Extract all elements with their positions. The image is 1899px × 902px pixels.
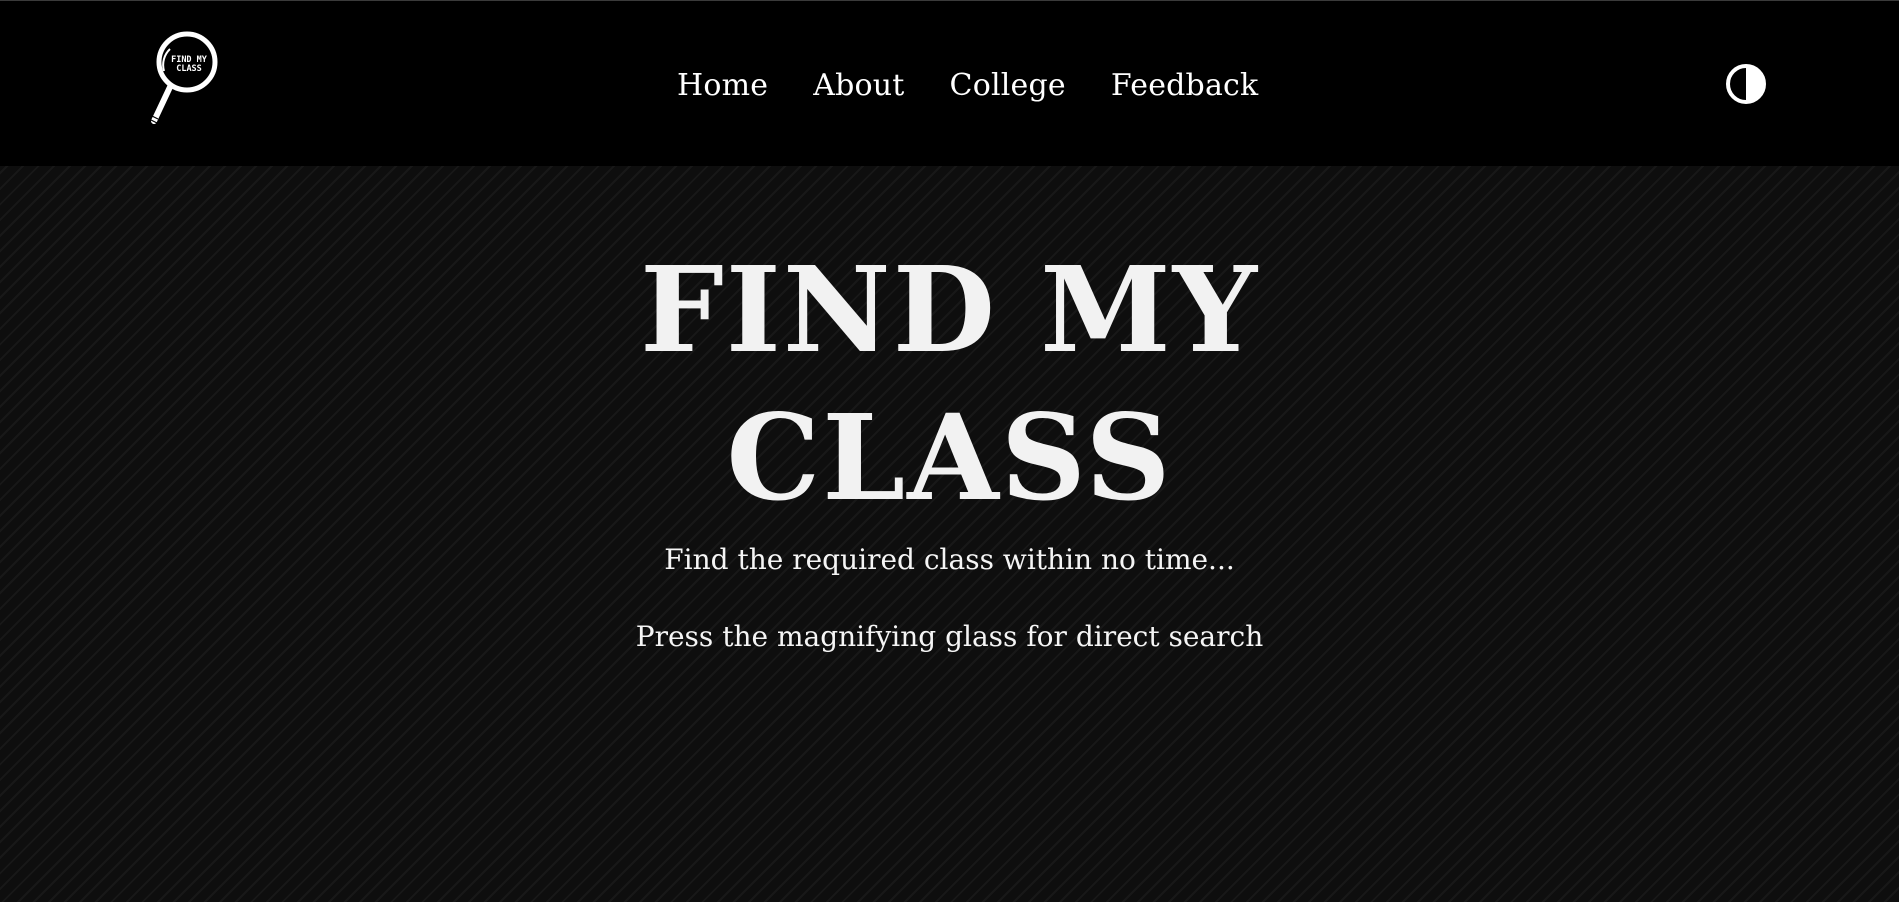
top-navbar: FIND MY CLASS Home About College Feedbac… (0, 0, 1899, 166)
hero-subtitle: Find the required class within no time..… (664, 543, 1235, 576)
nav-college-link[interactable]: College (950, 68, 1066, 103)
nav-about-link[interactable]: About (813, 68, 904, 103)
magnifying-glass-logo-icon[interactable]: FIND MY CLASS (144, 31, 224, 135)
contrast-icon (1726, 64, 1766, 104)
hero-instruction: Press the magnifying glass for direct se… (635, 620, 1264, 653)
logo-graphic: FIND MY CLASS (148, 31, 218, 124)
hero-section: FIND MY CLASS Find the required class wi… (0, 166, 1899, 902)
hero-title-line2: CLASS (726, 388, 1173, 527)
hero-title-line1: FIND MY (639, 240, 1260, 379)
nav-feedback-link[interactable]: Feedback (1111, 68, 1259, 103)
hero-title: FIND MY CLASS (0, 236, 1899, 532)
main-nav: Home About College Feedback (677, 65, 1258, 105)
nav-home-link[interactable]: Home (677, 68, 768, 103)
theme-toggle-contrast-icon[interactable] (1725, 63, 1767, 105)
logo-text-line2: CLASS (176, 64, 202, 74)
